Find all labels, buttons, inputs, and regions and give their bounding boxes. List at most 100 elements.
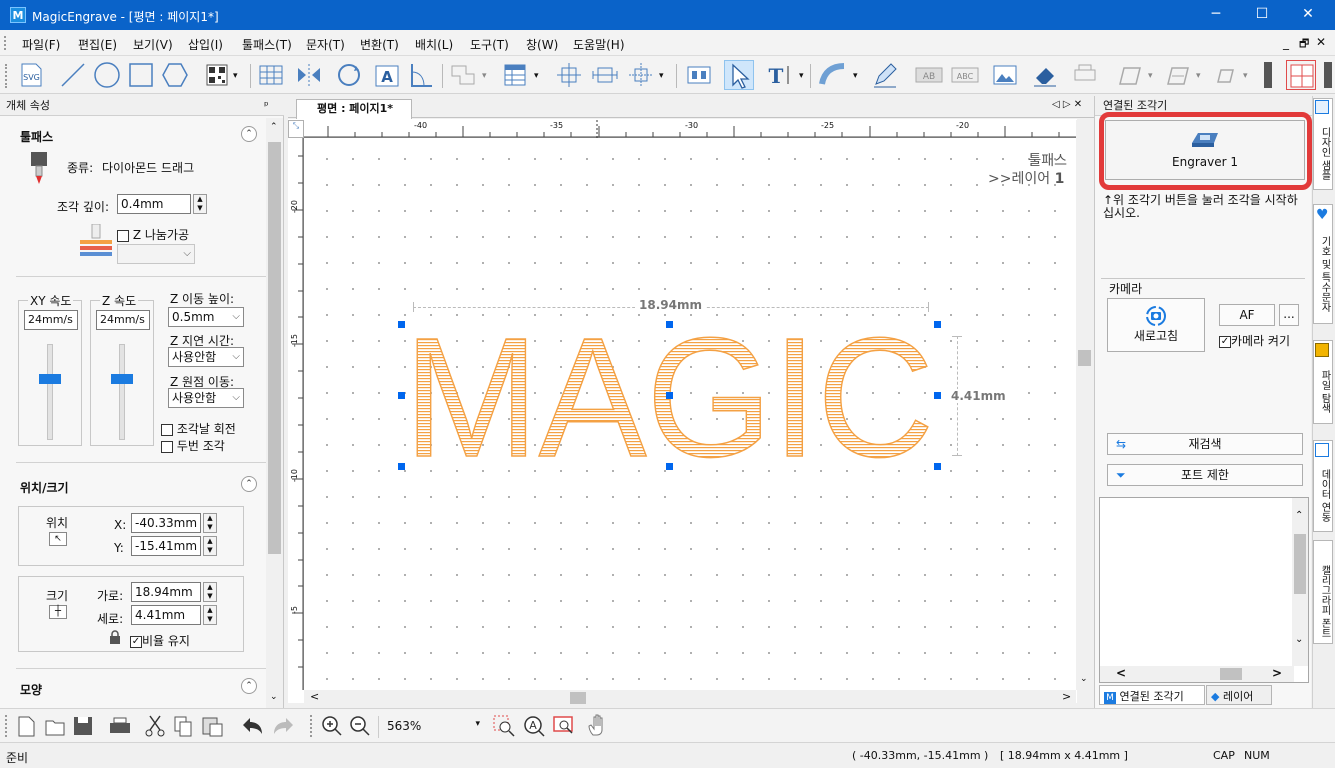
properties-scrollbar[interactable]: ⌃ ⌄	[266, 118, 283, 708]
zoom-out-icon[interactable]	[348, 714, 372, 738]
cut-icon[interactable]	[144, 714, 166, 738]
redo-icon[interactable]	[270, 714, 296, 738]
arc-text-icon[interactable]	[818, 60, 848, 90]
menu-view[interactable]: 보기(V)	[133, 36, 173, 53]
paste-icon[interactable]	[200, 714, 224, 738]
chevron-down-icon[interactable]: ▾	[799, 71, 804, 81]
center-h-icon[interactable]	[554, 60, 584, 90]
mirror-icon[interactable]	[294, 60, 324, 90]
text-frame-icon[interactable]: A	[372, 60, 402, 90]
zoom-selection-icon[interactable]	[492, 714, 516, 738]
align-table-icon[interactable]	[500, 60, 530, 90]
weld-icon[interactable]	[448, 60, 478, 90]
resize-handle[interactable]	[398, 463, 405, 470]
toolbar-overflow[interactable]	[1324, 62, 1332, 88]
document-tab[interactable]: 평면 : 페이지1*	[296, 99, 412, 119]
menu-edit[interactable]: 편집(E)	[78, 36, 117, 53]
ruler-corner-icon[interactable]: ⤡	[288, 120, 304, 138]
open-folder-icon[interactable]	[44, 715, 66, 737]
image-icon[interactable]	[990, 60, 1020, 90]
port-list[interactable]: ⌃ ⌄ < >	[1099, 497, 1309, 683]
pin-icon[interactable]: ᵖ	[264, 99, 269, 112]
rescan-button[interactable]: ⇆ 재검색	[1107, 433, 1303, 455]
z-delay-select[interactable]: 사용안함 ⌵	[168, 347, 244, 367]
chevron-down-icon[interactable]: ▾	[534, 71, 539, 81]
grid-tool-icon[interactable]	[256, 60, 286, 90]
resize-handle[interactable]	[398, 321, 405, 328]
rotate-icon[interactable]	[334, 60, 364, 90]
pen-tool-icon[interactable]	[870, 60, 900, 90]
camera-refresh-button[interactable]: 새로고침	[1107, 298, 1205, 352]
ab-text-icon[interactable]: AB	[914, 60, 944, 90]
camera-on-checkbox[interactable]: ✓ 카메라 켜기	[1219, 332, 1290, 349]
mdi-close-button[interactable]: ✕	[1316, 35, 1326, 49]
side-tab-calligraphy-fonts[interactable]: 캘리그라피 폰트	[1313, 540, 1333, 644]
crosshair-grid-icon[interactable]	[1286, 60, 1316, 90]
resize-handle[interactable]	[398, 392, 405, 399]
collapse-icon[interactable]: ⌃	[241, 678, 257, 694]
height-input[interactable]: 4.41mm	[131, 605, 201, 625]
resize-handle[interactable]	[934, 392, 941, 399]
menu-transform[interactable]: 변환(T)	[360, 36, 399, 53]
resize-handle[interactable]	[666, 321, 673, 328]
mdi-minimize-button[interactable]: _	[1283, 36, 1289, 50]
chevron-down-icon[interactable]: ▾	[1196, 71, 1201, 81]
rectangle-tool-icon[interactable]	[126, 60, 156, 90]
zoom-select[interactable]: 563% ▾	[378, 716, 484, 738]
engrave-twice-checkbox[interactable]: 두번 조각	[161, 437, 225, 454]
save-icon[interactable]	[72, 715, 94, 737]
menu-arrange[interactable]: 배치(L)	[415, 36, 453, 53]
menu-tools[interactable]: 도구(T)	[470, 36, 509, 53]
print-icon[interactable]	[108, 715, 132, 737]
frame-icon[interactable]	[1114, 60, 1144, 90]
print-disabled-icon[interactable]	[1070, 60, 1100, 90]
frame2-icon[interactable]	[1162, 60, 1192, 90]
dimension-icon[interactable]	[406, 60, 436, 90]
autofocus-button[interactable]: AF	[1219, 304, 1275, 326]
minimize-button[interactable]: ─	[1193, 0, 1239, 30]
copy-icon[interactable]	[172, 714, 194, 738]
distribute-icon[interactable]	[626, 60, 656, 90]
chevron-down-icon[interactable]: ▾	[1148, 71, 1153, 81]
frame3-icon[interactable]	[1210, 60, 1240, 90]
canvas-horizontal-scrollbar[interactable]: < >	[304, 690, 1076, 706]
layer-tab[interactable]: ◆ 레이어	[1206, 685, 1272, 705]
z-split-select[interactable]: ⌵	[117, 244, 195, 264]
collapse-icon[interactable]: ⌃	[241, 476, 257, 492]
camera-more-button[interactable]: ...	[1279, 304, 1299, 326]
size-anchor-icon[interactable]: ┼	[49, 605, 67, 619]
ellipse-tool-icon[interactable]	[92, 60, 122, 90]
resize-handle[interactable]	[666, 463, 673, 470]
import-svg-icon[interactable]: SVG	[16, 60, 46, 90]
chevron-down-icon[interactable]: ▾	[853, 71, 858, 81]
collapse-icon[interactable]: ⌃	[241, 126, 257, 142]
chevron-down-icon[interactable]: ▾	[482, 71, 487, 81]
select-pointer-icon[interactable]	[724, 60, 754, 90]
pan-hand-icon[interactable]	[586, 713, 610, 739]
width-input[interactable]: 18.94mm	[131, 582, 201, 602]
center-v-icon[interactable]	[590, 60, 620, 90]
menu-insert[interactable]: 삽입(I)	[188, 36, 223, 53]
polygon-tool-icon[interactable]	[160, 60, 190, 90]
xy-speed-input[interactable]: 24mm/s	[24, 310, 78, 330]
x-input[interactable]: -40.33mm	[131, 513, 201, 533]
chevron-down-icon[interactable]: ▾	[1243, 71, 1248, 81]
port-limit-button[interactable]: ⏷ 포트 제한	[1107, 464, 1303, 486]
chevron-down-icon[interactable]: ▾	[233, 71, 238, 81]
x-spinner[interactable]: ▲ ▼	[203, 513, 217, 533]
menu-text[interactable]: 문자(T)	[306, 36, 345, 53]
z-origin-select[interactable]: 사용안함 ⌵	[168, 388, 244, 408]
y-spinner[interactable]: ▲ ▼	[203, 536, 217, 556]
zoom-page-icon[interactable]	[552, 714, 576, 738]
canvas-vertical-scrollbar[interactable]: ⌄	[1076, 120, 1093, 690]
tab-navigation[interactable]: ◁ ▷ ✕	[1052, 99, 1082, 110]
toolbar-overflow[interactable]	[1264, 62, 1272, 88]
connected-engraver-tab[interactable]: M 연결된 조각기	[1099, 685, 1205, 705]
line-tool-icon[interactable]	[58, 60, 88, 90]
chevron-down-icon[interactable]: ▾	[659, 71, 664, 81]
depth-spinner[interactable]: ▲ ▼	[193, 194, 207, 214]
z-move-height-select[interactable]: 0.5mm ⌵	[168, 307, 244, 327]
close-button[interactable]: ✕	[1285, 0, 1331, 30]
z-speed-input[interactable]: 24mm/s	[96, 310, 150, 330]
mdi-restore-button[interactable]: 🗗	[1299, 35, 1309, 54]
